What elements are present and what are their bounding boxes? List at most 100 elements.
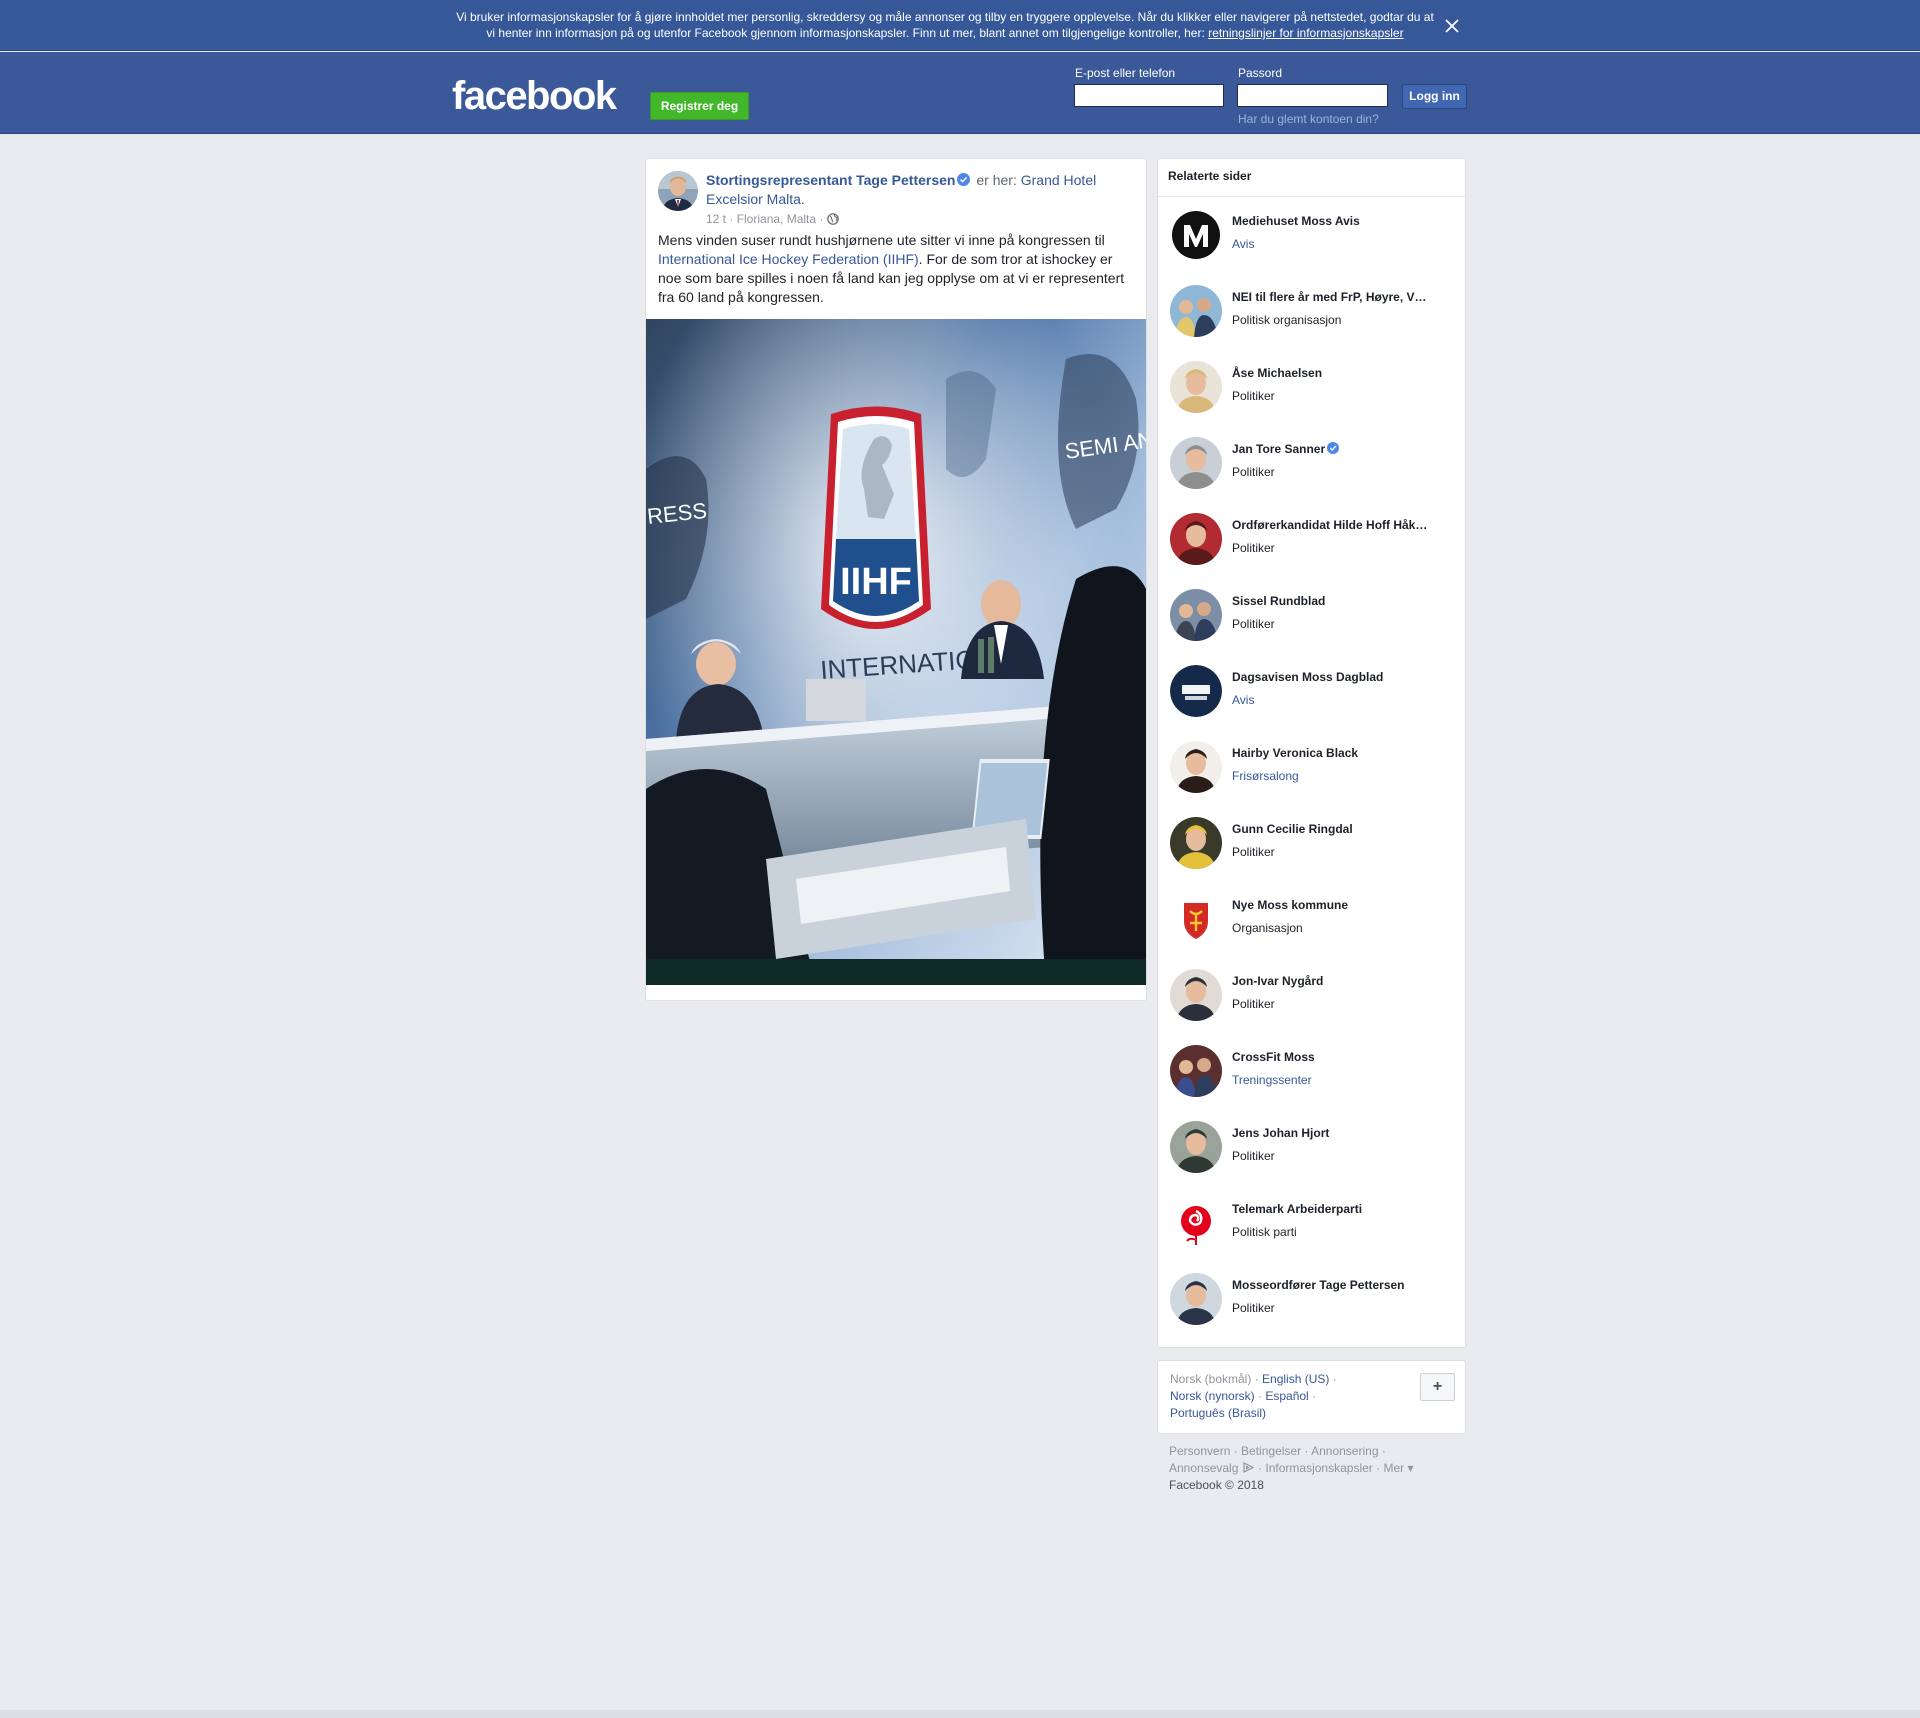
related-page-avatar[interactable] bbox=[1170, 893, 1222, 945]
footer-link-more[interactable]: Mer bbox=[1383, 1461, 1404, 1475]
language-option[interactable]: Português (Brasil) bbox=[1170, 1406, 1266, 1420]
related-page-avatar[interactable] bbox=[1170, 361, 1222, 413]
related-page-item[interactable]: Mosseordfører Tage Pettersen Politiker bbox=[1158, 1261, 1465, 1337]
related-page-avatar[interactable] bbox=[1170, 1121, 1222, 1173]
related-page-item[interactable]: Sissel Rundblad Politiker bbox=[1158, 577, 1465, 653]
related-page-avatar[interactable] bbox=[1170, 665, 1222, 717]
related-page-item[interactable]: Jon-Ivar Nygård Politiker bbox=[1158, 957, 1465, 1033]
related-page-name-text[interactable]: Hairby Veronica Black bbox=[1232, 746, 1358, 760]
related-page-name-text[interactable]: Sissel Rundblad bbox=[1232, 594, 1325, 608]
related-page-avatar[interactable] bbox=[1170, 285, 1222, 337]
related-page-item[interactable]: Jan Tore Sanner Politiker bbox=[1158, 425, 1465, 501]
language-option[interactable]: Español bbox=[1265, 1389, 1308, 1403]
related-page-avatar[interactable] bbox=[1170, 589, 1222, 641]
related-page-name-text[interactable]: Nye Moss kommune bbox=[1232, 898, 1348, 912]
related-page-name-text[interactable]: NEI til flere år med FrP, Høyre, V… bbox=[1232, 290, 1427, 304]
related-page-name[interactable]: NEI til flere år med FrP, Høyre, V… bbox=[1232, 290, 1454, 304]
related-page-avatar[interactable] bbox=[1170, 817, 1222, 869]
related-page-item[interactable]: NEI til flere år med FrP, Høyre, V… Polit… bbox=[1158, 273, 1465, 349]
related-page-item[interactable]: Mediehuset Moss Avis Avis bbox=[1158, 197, 1465, 273]
related-page-name[interactable]: Ordførerkandidat Hilde Hoff Håk… bbox=[1232, 518, 1454, 532]
post-timestamp[interactable]: 12 t bbox=[706, 212, 726, 226]
related-page-category: Politiker bbox=[1232, 617, 1275, 631]
related-page-category[interactable]: Avis bbox=[1232, 693, 1254, 707]
footer-link-privacy[interactable]: Personvern bbox=[1169, 1444, 1230, 1458]
related-page-category[interactable]: Avis bbox=[1232, 237, 1254, 251]
related-page-item[interactable]: Jens Johan Hjort Politiker bbox=[1158, 1109, 1465, 1185]
more-languages-button[interactable]: + bbox=[1420, 1373, 1455, 1401]
footer-link-adchoices[interactable]: Annonsevalg bbox=[1169, 1461, 1238, 1475]
separator: · bbox=[1251, 1372, 1263, 1386]
related-page-name-text[interactable]: Jan Tore Sanner bbox=[1232, 442, 1325, 456]
author-avatar[interactable] bbox=[658, 171, 698, 211]
login-button[interactable]: Logg inn bbox=[1402, 84, 1467, 109]
related-page-item[interactable]: CrossFit Moss Treningssenter bbox=[1158, 1033, 1465, 1109]
adchoices-icon[interactable] bbox=[1242, 1461, 1255, 1473]
globe-icon[interactable] bbox=[826, 213, 839, 225]
post-photo[interactable]: IIHF RESS SEMI AN INTERNATIO bbox=[646, 319, 1146, 985]
chevron-down-icon[interactable]: ▾ bbox=[1407, 1461, 1413, 1475]
related-page-name[interactable]: Jon-Ivar Nygård bbox=[1232, 974, 1454, 988]
related-page-item[interactable]: Gunn Cecilie Ringdal Politiker bbox=[1158, 805, 1465, 881]
related-page-name-text[interactable]: Jon-Ivar Nygård bbox=[1232, 974, 1323, 988]
post-location[interactable]: Floriana, Malta bbox=[737, 212, 816, 226]
related-page-name[interactable]: Telemark Arbeiderparti bbox=[1232, 1202, 1454, 1216]
language-option[interactable]: English (US) bbox=[1262, 1372, 1329, 1386]
language-option[interactable]: Norsk (nynorsk) bbox=[1170, 1389, 1255, 1403]
related-page-name[interactable]: Mediehuset Moss Avis bbox=[1232, 214, 1454, 228]
related-page-name[interactable]: Jan Tore Sanner bbox=[1232, 442, 1454, 456]
related-page-category[interactable]: Treningssenter bbox=[1232, 1073, 1312, 1087]
related-page-avatar[interactable] bbox=[1170, 513, 1222, 565]
related-page-name-text[interactable]: Jens Johan Hjort bbox=[1232, 1126, 1329, 1140]
related-page-avatar[interactable] bbox=[1170, 1197, 1222, 1249]
related-page-avatar[interactable] bbox=[1170, 1273, 1222, 1325]
related-page-avatar[interactable] bbox=[1170, 1045, 1222, 1097]
related-page-item[interactable]: Ordførerkandidat Hilde Hoff Håk… Politike… bbox=[1158, 501, 1465, 577]
related-page-item[interactable]: Åse Michaelsen Politiker bbox=[1158, 349, 1465, 425]
cookie-banner: Vi bruker informasjonskapsler for å gjør… bbox=[0, 0, 1920, 51]
close-icon[interactable] bbox=[1440, 14, 1464, 38]
post-text-part: Mens vinden suser rundt hushjørnene ute … bbox=[658, 232, 1105, 248]
post-author-link[interactable]: Stortingsrepresentant Tage Pettersen bbox=[706, 172, 955, 188]
cookie-policy-link[interactable]: retningslinjer for informasjonskapsler bbox=[1208, 26, 1403, 40]
related-page-avatar[interactable] bbox=[1170, 209, 1222, 261]
footer-link-cookies[interactable]: Informasjonskapsler bbox=[1265, 1461, 1372, 1475]
facebook-logo[interactable]: facebook bbox=[452, 76, 617, 116]
related-page-item[interactable]: Nye Moss kommune Organisasjon bbox=[1158, 881, 1465, 957]
related-page-name[interactable]: Dagsavisen Moss Dagblad bbox=[1232, 670, 1454, 684]
related-page-name[interactable]: Gunn Cecilie Ringdal bbox=[1232, 822, 1454, 836]
related-page-name-text[interactable]: Mediehuset Moss Avis bbox=[1232, 214, 1360, 228]
related-page-avatar[interactable] bbox=[1170, 969, 1222, 1021]
related-page-name-text[interactable]: Telemark Arbeiderparti bbox=[1232, 1202, 1362, 1216]
related-page-category: Politiker bbox=[1232, 1149, 1275, 1163]
password-field[interactable] bbox=[1237, 84, 1388, 107]
related-page-name-text[interactable]: CrossFit Moss bbox=[1232, 1050, 1315, 1064]
related-pages-title: Relaterte sider bbox=[1158, 159, 1465, 197]
related-page-name[interactable]: Åse Michaelsen bbox=[1232, 366, 1454, 380]
related-page-name-text[interactable]: Dagsavisen Moss Dagblad bbox=[1232, 670, 1383, 684]
register-button[interactable]: Registrer deg bbox=[650, 92, 749, 120]
related-page-category[interactable]: Frisørsalong bbox=[1232, 769, 1299, 783]
related-page-name[interactable]: Sissel Rundblad bbox=[1232, 594, 1454, 608]
related-page-avatar[interactable] bbox=[1170, 437, 1222, 489]
footer-link-advertising[interactable]: Annonsering bbox=[1311, 1444, 1378, 1458]
related-page-name[interactable]: Nye Moss kommune bbox=[1232, 898, 1454, 912]
email-field[interactable] bbox=[1074, 84, 1224, 107]
related-page-avatar[interactable] bbox=[1170, 741, 1222, 793]
related-page-name-text[interactable]: Ordførerkandidat Hilde Hoff Håk… bbox=[1232, 518, 1427, 532]
related-page-name[interactable]: CrossFit Moss bbox=[1232, 1050, 1454, 1064]
iihf-logo-text: IIHF bbox=[840, 561, 912, 603]
related-page-name-text[interactable]: Mosseordfører Tage Pettersen bbox=[1232, 1278, 1405, 1292]
related-page-category: Politiker bbox=[1232, 1301, 1275, 1315]
related-page-name[interactable]: Jens Johan Hjort bbox=[1232, 1126, 1454, 1140]
related-page-item[interactable]: Hairby Veronica Black Frisørsalong bbox=[1158, 729, 1465, 805]
related-page-name-text[interactable]: Gunn Cecilie Ringdal bbox=[1232, 822, 1353, 836]
related-page-item[interactable]: Dagsavisen Moss Dagblad Avis bbox=[1158, 653, 1465, 729]
footer-link-terms[interactable]: Betingelser bbox=[1241, 1444, 1301, 1458]
related-page-name-text[interactable]: Åse Michaelsen bbox=[1232, 366, 1322, 380]
iihf-mention-link[interactable]: International Ice Hockey Federation (IIH… bbox=[658, 251, 919, 267]
related-page-name[interactable]: Hairby Veronica Black bbox=[1232, 746, 1454, 760]
related-page-item[interactable]: Telemark Arbeiderparti Politisk parti bbox=[1158, 1185, 1465, 1261]
forgot-account-link[interactable]: Har du glemt kontoen din? bbox=[1238, 112, 1379, 126]
related-page-name[interactable]: Mosseordfører Tage Pettersen bbox=[1232, 1278, 1454, 1292]
